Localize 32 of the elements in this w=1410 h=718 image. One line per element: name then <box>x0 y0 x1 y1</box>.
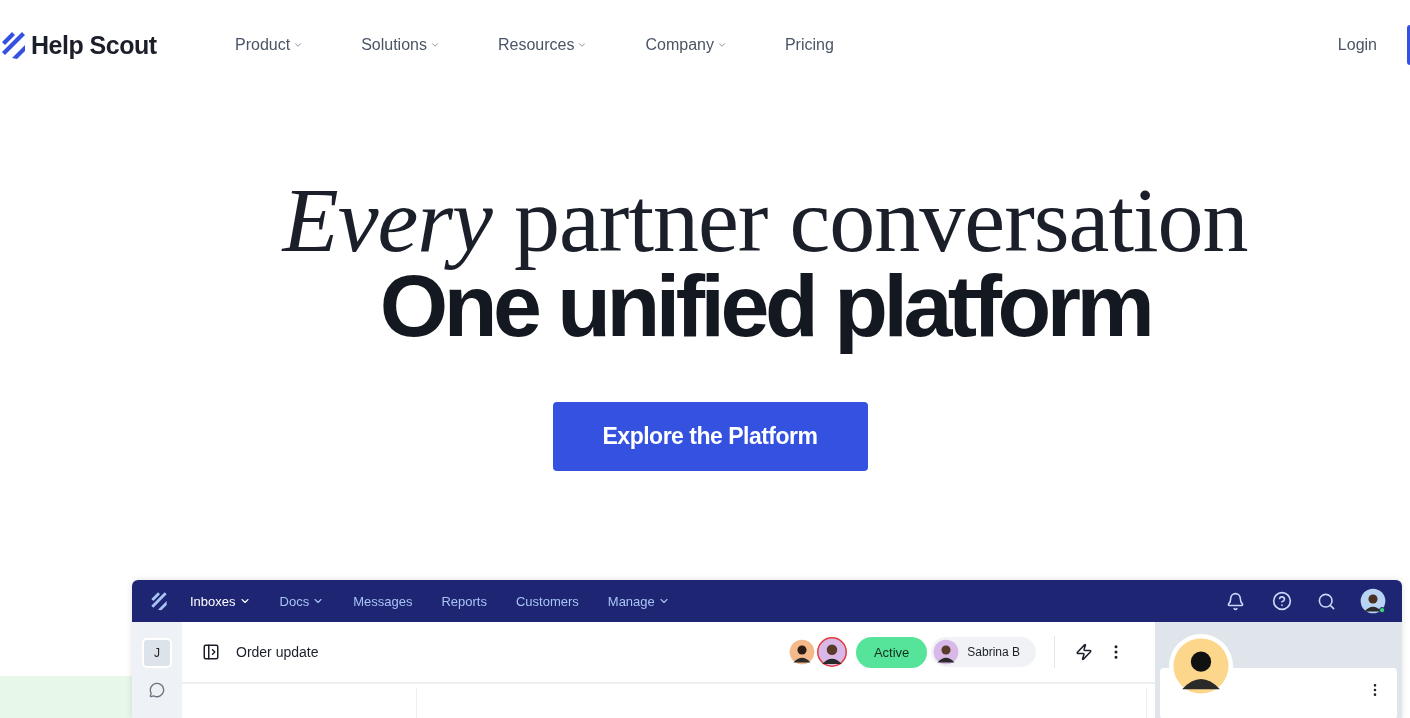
nav-link[interactable]: Solutions <box>361 36 440 54</box>
lightning-icon[interactable] <box>1075 643 1093 661</box>
logo-text[interactable]: Help Scout <box>31 30 157 60</box>
nav-link[interactable]: Pricing <box>784 36 834 54</box>
app-logo-icon[interactable] <box>150 591 168 611</box>
bell-icon[interactable] <box>1226 591 1245 611</box>
user-avatar <box>1360 588 1386 614</box>
panel-toggle-icon[interactable] <box>202 643 220 661</box>
assignee-name: Sabrina B <box>967 645 1020 659</box>
conversation-title: Order update <box>236 644 319 660</box>
avatar <box>933 639 960 665</box>
help-icon[interactable] <box>1272 591 1292 611</box>
assignee-pill[interactable]: Sabrina B <box>931 637 1036 667</box>
rail-initial[interactable]: J <box>142 638 172 668</box>
app-nav-tab[interactable]: Reports <box>441 593 487 609</box>
logo-icon <box>0 30 27 60</box>
search-icon[interactable] <box>1317 591 1336 611</box>
login-link[interactable]: Login <box>1337 36 1377 54</box>
app-nav-tab[interactable]: Customers <box>515 593 579 609</box>
nav-link[interactable]: Resources <box>497 36 588 54</box>
app-nav-tab[interactable]: Docs <box>279 593 325 609</box>
avatar <box>788 639 815 665</box>
profile-avatar <box>1172 637 1230 695</box>
app-nav-tab[interactable]: Messages <box>353 593 413 609</box>
nav-link[interactable]: Company <box>645 36 727 54</box>
avatar <box>816 637 847 667</box>
app-nav-tab[interactable]: Manage <box>607 593 670 609</box>
nav-link[interactable]: Product <box>235 36 304 54</box>
explore-button[interactable]: Explore the Platform <box>552 402 868 471</box>
app-nav-tab[interactable]: Inboxes <box>190 593 251 609</box>
chat-icon[interactable] <box>149 682 165 698</box>
status-pill[interactable]: Active <box>855 636 928 668</box>
